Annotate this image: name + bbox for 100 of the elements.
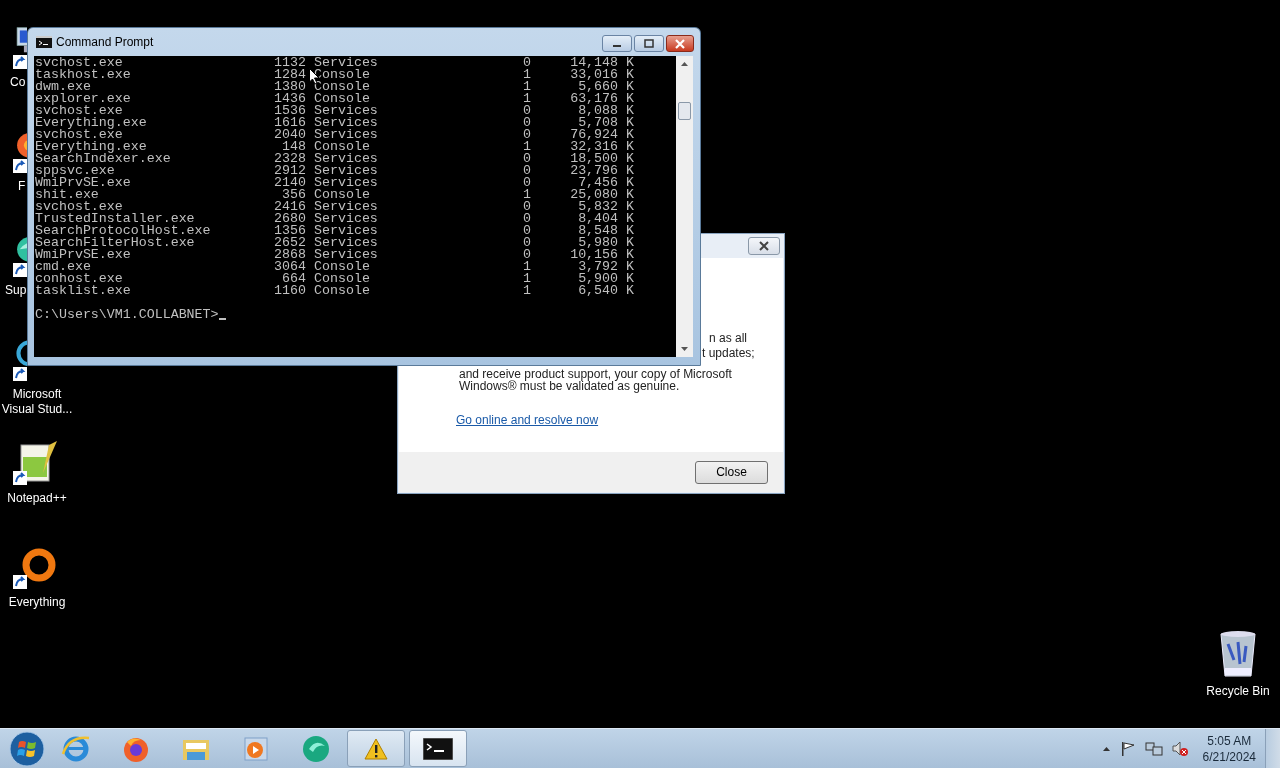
process-name: SearchFilterHost.exe: [34, 237, 195, 249]
process-id: 1436: [274, 93, 306, 105]
memory-usage: 3,792 K: [578, 261, 634, 273]
process-name: SearchProtocolHost.exe: [34, 225, 211, 237]
session-number: 0: [523, 165, 531, 177]
flag-icon[interactable]: [1119, 740, 1136, 757]
process-name: svchost.exe: [34, 57, 123, 69]
scroll-down-icon[interactable]: [680, 346, 689, 352]
memory-usage: 5,900 K: [578, 273, 634, 285]
process-id: 1380: [274, 81, 306, 93]
resolve-link[interactable]: Go online and resolve now: [456, 413, 599, 427]
session-name: Console: [314, 141, 370, 153]
process-id: 2680: [274, 213, 306, 225]
session-name: Services: [314, 213, 378, 225]
process-name: conhost.exe: [34, 273, 123, 285]
session-number: 1: [523, 81, 531, 93]
desktop-icon-label[interactable]: Sup: [5, 283, 27, 298]
process-id: 2868: [274, 249, 306, 261]
process-id: 356: [282, 189, 306, 201]
process-id: 1616: [274, 117, 306, 129]
process-name: svchost.exe: [34, 201, 123, 213]
session-name: Services: [314, 165, 378, 177]
clock[interactable]: 5:05 AM 6/21/2024: [1202, 732, 1256, 765]
session-number: 1: [523, 285, 531, 297]
process-name: taskhost.exe: [34, 69, 131, 81]
process-id: 1132: [274, 57, 306, 69]
scrollbar[interactable]: [676, 56, 693, 357]
session-name: Services: [314, 117, 378, 129]
desktop-icon-label[interactable]: Microsoft Visual Stud...: [0, 387, 74, 417]
process-name: Everything.exe: [34, 117, 147, 129]
desktop-icon-label[interactable]: F: [18, 179, 26, 194]
network-icon[interactable]: [1144, 740, 1163, 757]
process-id: 1536: [274, 105, 306, 117]
memory-usage: 76,924 K: [570, 129, 634, 141]
process-id: 2416: [274, 201, 306, 213]
close-icon: [758, 241, 770, 251]
maximize-icon: [643, 38, 655, 49]
memory-usage: 8,088 K: [578, 105, 634, 117]
session-number: 0: [523, 237, 531, 249]
console-icon: [423, 737, 453, 760]
session-name: Console: [314, 273, 370, 285]
show-hidden-icons-icon[interactable]: [1101, 745, 1111, 752]
scroll-thumb[interactable]: [678, 102, 691, 120]
process-name: svchost.exe: [34, 129, 123, 141]
process-id: 2328: [274, 153, 306, 165]
process-name: dwm.exe: [34, 81, 91, 93]
shortcut-arrow-icon: [13, 55, 27, 69]
command-prompt: C:\Users\VM1.COLLABNET>: [35, 309, 219, 321]
session-number: 0: [523, 213, 531, 225]
memory-usage: 63,176 K: [570, 93, 634, 105]
desktop-icon-label[interactable]: Co: [10, 75, 26, 90]
shortcut-arrow-icon: [13, 575, 27, 589]
desktop-icon-label[interactable]: Notepad++: [7, 491, 67, 506]
shortcut-arrow-icon: [13, 367, 27, 381]
session-name: Console: [314, 69, 370, 81]
memory-usage: 18,500 K: [570, 153, 634, 165]
message-text: n as all: [709, 331, 748, 346]
close-button[interactable]: [666, 35, 694, 52]
close-button[interactable]: [748, 237, 780, 255]
memory-usage: 10,156 K: [570, 249, 634, 261]
process-name: WmiPrvSE.exe: [34, 177, 131, 189]
session-number: 1: [523, 273, 531, 285]
process-id: 2040: [274, 129, 306, 141]
speaker-muted-icon[interactable]: [1171, 740, 1190, 757]
process-name: svchost.exe: [34, 105, 123, 117]
trash-bin-icon[interactable]: [1218, 630, 1258, 678]
close-button[interactable]: Close: [695, 460, 768, 484]
session-number: 0: [523, 129, 531, 141]
process-name: TrustedInstaller.exe: [34, 213, 195, 225]
memory-usage: 5,980 K: [578, 237, 634, 249]
scroll-up-icon[interactable]: [680, 61, 689, 67]
clock-date: 6/21/2024: [1202, 748, 1256, 765]
maximize-button[interactable]: [634, 35, 664, 52]
session-name: Services: [314, 129, 378, 141]
session-name: Services: [314, 249, 378, 261]
process-id: 2912: [274, 165, 306, 177]
desktop-icon-label[interactable]: Everything: [8, 595, 66, 610]
memory-usage: 7,456 K: [578, 177, 634, 189]
message-text: t updates;: [702, 346, 755, 361]
start-button[interactable]: [9, 730, 45, 767]
session-name: Console: [314, 81, 370, 93]
process-name: SearchIndexer.exe: [34, 153, 171, 165]
minimize-button[interactable]: [602, 35, 632, 52]
memory-usage: 32,316 K: [570, 141, 634, 153]
memory-usage: 23,796 K: [570, 165, 634, 177]
memory-usage: 8,548 K: [578, 225, 634, 237]
console-icon: [36, 36, 52, 48]
session-number: 0: [523, 117, 531, 129]
desktop-icon-label[interactable]: Recycle Bin: [1206, 684, 1270, 699]
process-id: 1284: [274, 69, 306, 81]
session-name: Services: [314, 153, 378, 165]
process-name: explorer.exe: [34, 93, 131, 105]
process-id: 1356: [274, 225, 306, 237]
process-name: sppsvc.exe: [34, 165, 115, 177]
console-taskbar-button[interactable]: [409, 730, 467, 767]
process-name: shit.exe: [34, 189, 99, 201]
process-name: Everything.exe: [34, 141, 147, 153]
session-number: 1: [523, 261, 531, 273]
process-id: 1160: [274, 285, 306, 297]
session-name: Console: [314, 189, 370, 201]
